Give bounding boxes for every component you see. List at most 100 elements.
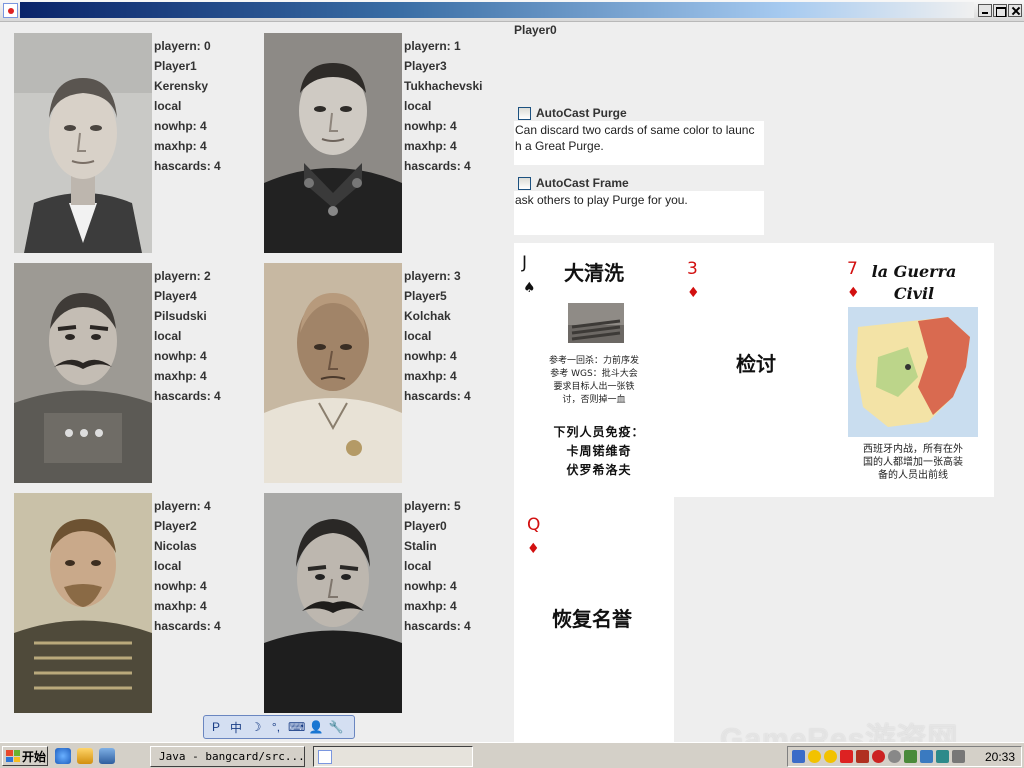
portrait-nicolas xyxy=(14,493,152,713)
autocast-purge-label[interactable]: AutoCast Purge xyxy=(536,106,627,120)
player-nowhp: nowhp: 4 xyxy=(404,349,457,363)
player-tile-2[interactable]: playern: 2 Player4 Pilsudski local nowhp… xyxy=(14,263,254,485)
player-name: Player2 xyxy=(154,519,197,533)
windows-logo-icon xyxy=(6,750,20,762)
display-icon[interactable] xyxy=(920,750,933,763)
card-suit: ♦ xyxy=(847,285,860,301)
card-rules-text: 参考一回杀：力前序发 参考 WGS：批斗大会 要求目标人出一张铁 讨，否则掉一血 xyxy=(548,356,639,405)
autocast-purge-option[interactable]: AutoCast Purge xyxy=(514,105,764,121)
player-maxhp: maxhp: 4 xyxy=(404,139,457,153)
ime-halfwidth-icon[interactable]: ☽ xyxy=(248,720,264,734)
player-hascards: hascards: 4 xyxy=(404,619,471,633)
explorer-icon[interactable] xyxy=(77,748,93,764)
antivirus-icon[interactable] xyxy=(840,750,853,763)
player-tile-3[interactable]: playern: 3 Player5 Kolchak local nowhp: … xyxy=(264,263,504,485)
player-info: playern: 1 Player3 Tukhachevski local no… xyxy=(404,36,482,176)
player-maxhp: maxhp: 4 xyxy=(154,369,207,383)
player-tile-5[interactable]: playern: 5 Player0 Stalin local nowhp: 4… xyxy=(264,493,504,715)
player-portrait[interactable] xyxy=(264,493,402,713)
ime-settings-icon[interactable]: 🔧 xyxy=(328,720,344,734)
ime-punctuation-icon[interactable]: °, xyxy=(268,720,284,734)
player-maxhp: maxhp: 4 xyxy=(404,369,457,383)
player-hascards: hascards: 4 xyxy=(154,159,221,173)
start-label: 开始 xyxy=(22,749,47,764)
update-icon[interactable] xyxy=(888,750,901,763)
portrait-pilsudski xyxy=(14,263,152,483)
player-maxhp: maxhp: 4 xyxy=(404,599,457,613)
player-character: Tukhachevski xyxy=(404,79,483,93)
player-mode: local xyxy=(404,99,432,113)
taskbar-item-game[interactable] xyxy=(313,746,473,767)
player-portrait[interactable] xyxy=(14,33,152,253)
player-tile-1[interactable]: playern: 1 Player3 Tukhachevski local no… xyxy=(264,33,504,255)
clock[interactable]: 20:33 xyxy=(985,750,1015,764)
autocast-frame-checkbox[interactable] xyxy=(518,176,531,190)
player-nowhp: nowhp: 4 xyxy=(154,119,207,133)
player-number: playern: 3 xyxy=(404,269,461,283)
speaker-icon[interactable] xyxy=(856,750,869,763)
player-name: Player3 xyxy=(404,59,447,73)
card-map-spain xyxy=(848,307,978,437)
ime-toolbar[interactable]: P 中 ☽ °, ⌨ 👤 🔧 xyxy=(203,715,355,739)
card-rules-text: 西班牙内战，所有在外 国的人都增加一张高装 备的人员出前线 xyxy=(863,444,963,481)
taskbar-item-java[interactable]: Java - bangcard/src... xyxy=(150,746,305,767)
player-nowhp: nowhp: 4 xyxy=(154,579,207,593)
player-hascards: hascards: 4 xyxy=(404,389,471,403)
ime-pinyin-icon[interactable]: P xyxy=(208,720,224,734)
window-titlebar[interactable] xyxy=(0,0,1024,22)
card-j-spade[interactable]: J ♠ 大清洗 参考一回杀：力前序发 参考 WGS：批斗大会 要求目标人出一张铁… xyxy=(514,243,674,497)
player-tile-0[interactable]: playern: 0 Player1 Kerensky local nowhp:… xyxy=(14,33,254,255)
card-3-diamond[interactable]: 3 ♦ 检讨 xyxy=(674,243,834,497)
volume-icon[interactable] xyxy=(952,750,965,763)
security-icon[interactable] xyxy=(872,750,885,763)
autocast-frame-label[interactable]: AutoCast Frame xyxy=(536,176,629,190)
player-number: playern: 0 xyxy=(154,39,211,53)
player-info: playern: 3 Player5 Kolchak local nowhp: … xyxy=(404,266,471,406)
card-suit: ♦ xyxy=(687,285,700,301)
close-button[interactable] xyxy=(1008,4,1022,17)
device-icon[interactable] xyxy=(904,750,917,763)
minimize-button[interactable] xyxy=(978,4,992,17)
player-hascards: hascards: 4 xyxy=(154,389,221,403)
portrait-kerensky xyxy=(14,33,152,253)
card-title: 检讨 xyxy=(736,352,776,376)
sync-icon[interactable] xyxy=(936,750,949,763)
maximize-button[interactable] xyxy=(993,4,1007,17)
autocast-frame-option[interactable]: AutoCast Frame xyxy=(514,175,764,191)
player-portrait[interactable] xyxy=(264,33,402,253)
player-mode: local xyxy=(154,99,182,113)
card-suit: ♠ xyxy=(523,280,536,296)
player-portrait[interactable] xyxy=(264,263,402,483)
card-7-diamond[interactable]: 7 ♦ la Guerra Civil 西班牙内战，所有在外 国的人都增加一张高… xyxy=(834,243,994,497)
ime-user-icon[interactable]: 👤 xyxy=(308,720,324,734)
show-desktop-icon[interactable] xyxy=(99,748,115,764)
player-info: playern: 0 Player1 Kerensky local nowhp:… xyxy=(154,36,221,176)
qq-icon[interactable] xyxy=(808,750,821,763)
player-hascards: hascards: 4 xyxy=(154,619,221,633)
player-info: playern: 4 Player2 Nicolas local nowhp: … xyxy=(154,496,221,636)
window-title xyxy=(20,2,974,18)
player-portrait[interactable] xyxy=(14,493,152,713)
player-number: playern: 5 xyxy=(404,499,461,513)
card-suit: ♦ xyxy=(527,541,540,557)
player-portrait[interactable] xyxy=(14,263,152,483)
ie-icon[interactable] xyxy=(55,748,71,764)
player-mode: local xyxy=(154,329,182,343)
card-title: la Guerra Civil xyxy=(871,262,957,303)
player-character: Kolchak xyxy=(404,309,451,323)
qq-icon-2[interactable] xyxy=(824,750,837,763)
java-app-icon[interactable] xyxy=(3,3,18,18)
taskbar-item-label: Java - bangcard/src... xyxy=(159,750,305,763)
player-maxhp: maxhp: 4 xyxy=(154,139,207,153)
network-icon[interactable] xyxy=(792,750,805,763)
ime-chinese-mode-icon[interactable]: 中 xyxy=(228,719,244,736)
player-hascards: hascards: 4 xyxy=(404,159,471,173)
card-photo xyxy=(568,303,624,343)
start-button[interactable]: 开始 xyxy=(2,746,48,766)
autocast-purge-checkbox[interactable] xyxy=(518,106,531,120)
player-tile-4[interactable]: playern: 4 Player2 Nicolas local nowhp: … xyxy=(14,493,254,715)
card-q-diamond[interactable]: Q ♦ 恢复名誉 xyxy=(514,497,674,742)
player-mode: local xyxy=(404,559,432,573)
quick-launch xyxy=(55,748,115,764)
ime-keyboard-icon[interactable]: ⌨ xyxy=(288,720,305,734)
